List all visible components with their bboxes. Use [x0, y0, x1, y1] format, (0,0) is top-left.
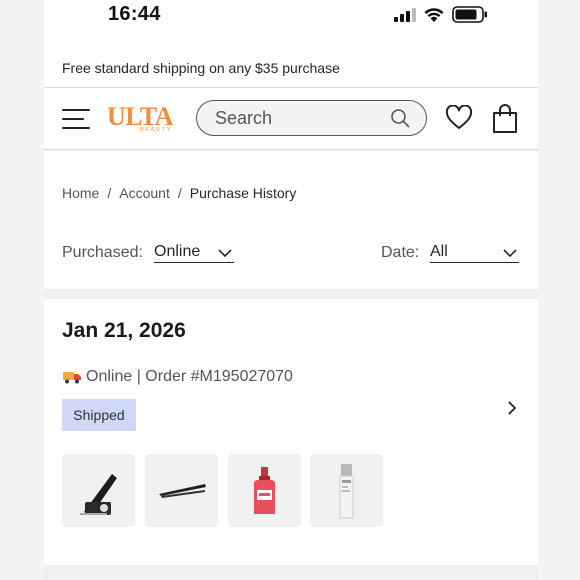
search-bar[interactable]: [196, 100, 427, 136]
logo-subtext: BEAUTY: [140, 127, 173, 133]
silver-serum-tube-icon: [339, 464, 354, 519]
order-info: Online | Order #M195027070: [62, 368, 293, 386]
menu-icon[interactable]: [62, 105, 90, 133]
chevron-right-icon[interactable]: [507, 400, 517, 416]
order-card[interactable]: Jan 21, 2026 Online | Order #M195027070 …: [44, 299, 538, 565]
signal-icon: [394, 7, 416, 22]
breadcrumb-current: Purchase History: [189, 185, 297, 201]
right-margin: [538, 0, 580, 580]
status-badge: Shipped: [62, 399, 136, 431]
wifi-icon: [424, 7, 444, 22]
search-input[interactable]: [215, 107, 385, 129]
delivery-truck-icon: [63, 372, 81, 384]
date-filter-select[interactable]: All: [430, 243, 519, 263]
next-card-edge: [44, 565, 538, 580]
heart-icon[interactable]: [445, 105, 473, 131]
bag-icon[interactable]: [492, 104, 518, 134]
breadcrumb-separator: /: [177, 185, 182, 201]
search-icon[interactable]: [390, 108, 410, 128]
purchased-filter-label: Purchased:: [62, 244, 143, 261]
order-date: Jan 21, 2026: [62, 319, 186, 342]
breadcrumb: Home / Account / Purchase History: [62, 185, 296, 201]
breadcrumb-and-filters: Home / Account / Purchase History Purcha…: [44, 151, 538, 289]
ulta-logo[interactable]: ULTA BEAUTY: [107, 102, 179, 136]
chevron-down-icon: [218, 249, 232, 258]
promo-text: Free standard shipping on any $35 purcha…: [62, 60, 340, 76]
status-icons: [394, 6, 488, 23]
breadcrumb-separator: /: [107, 185, 112, 201]
battery-icon: [452, 6, 487, 23]
breadcrumb-home[interactable]: Home: [62, 185, 99, 201]
nail-clipper-icon: [80, 474, 117, 515]
red-serum-bottle-icon: [254, 467, 275, 514]
tweezers-icon: [159, 484, 206, 498]
left-margin: [0, 0, 44, 580]
product-thumbnail[interactable]: [62, 454, 135, 527]
date-filter-value: All: [430, 243, 448, 260]
promo-banner: Free standard shipping on any $35 purcha…: [44, 36, 538, 88]
order-channel-and-number: Online | Order #M195027070: [86, 368, 293, 385]
breadcrumb-account[interactable]: Account: [119, 185, 170, 201]
status-time: 16:44: [108, 3, 161, 25]
product-thumbnail[interactable]: [145, 454, 218, 527]
chevron-down-icon: [503, 249, 517, 258]
date-filter-label: Date:: [381, 244, 420, 261]
purchased-filter-value: Online: [154, 243, 201, 260]
product-thumbnail[interactable]: [228, 454, 301, 527]
product-thumbnail[interactable]: [310, 454, 383, 527]
site-header: ULTA BEAUTY: [44, 88, 538, 150]
purchased-filter-select[interactable]: Online: [154, 243, 234, 263]
page: 16:44 Free standard shipping on any $35 …: [44, 0, 538, 580]
status-bar: 16:44: [44, 0, 538, 36]
